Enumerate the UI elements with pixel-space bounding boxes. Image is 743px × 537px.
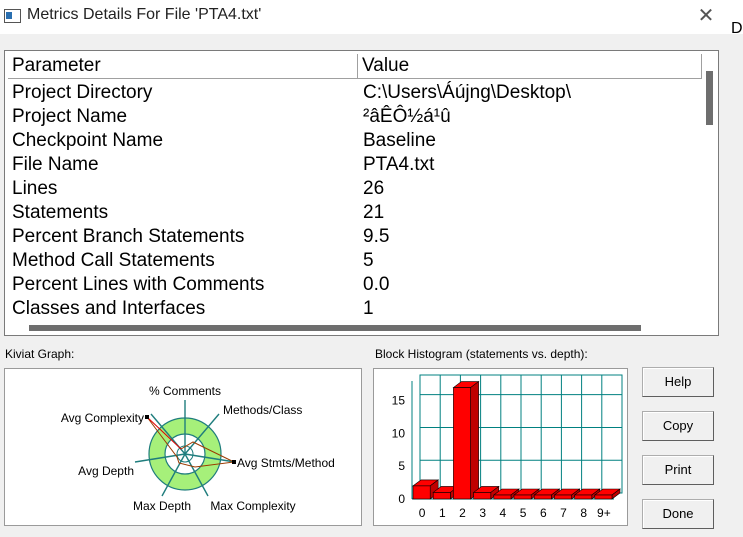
histogram-x-tick-label: 4	[500, 506, 507, 520]
histogram-x-tick-label: 0	[419, 506, 426, 520]
histogram-bar	[452, 380, 480, 500]
histogram-bars	[412, 380, 621, 500]
row-parameter: Method Call Statements	[12, 250, 215, 271]
kiviat-chart: % Comments Methods/Class Avg Stmts/Metho…	[61, 384, 335, 513]
title-bar: Metrics Details For File 'PTA4.txt' ✕	[0, 0, 743, 34]
histogram-chart: 151050 0 1 2 3 4 5 6 7 8 9+	[392, 374, 623, 520]
kiviat-graph: % Comments Methods/Class Avg Stmts/Metho…	[4, 368, 362, 526]
done-button[interactable]: Done	[642, 499, 714, 529]
row-parameter: Classes and Interfaces	[12, 298, 206, 319]
row-value: Baseline	[363, 130, 436, 151]
row-value: 5	[363, 250, 374, 271]
kiviat-axis-label: Max Complexity	[210, 499, 295, 513]
histogram-x-tick-label: 1	[439, 506, 446, 520]
row-value: 0.0	[363, 274, 390, 295]
table-header: Parameter Value	[8, 54, 702, 79]
kiviat-graph-label: Kiviat Graph:	[5, 347, 75, 361]
table-row[interactable]: Classes and Interfaces 1	[8, 297, 702, 321]
histogram-x-tick-label: 3	[479, 506, 486, 520]
row-parameter: Checkpoint Name	[12, 130, 164, 151]
block-histogram: 15 10 5 0 0 1 2 3 4 5 6 7 8 9+	[373, 368, 628, 526]
table-row[interactable]: Project Directory C:\Users\Áújng\Desktop\	[8, 81, 702, 105]
horizontal-scrollbar-thumb[interactable]	[29, 325, 641, 331]
kiviat-point	[145, 415, 149, 419]
copy-button[interactable]: Copy	[642, 411, 714, 441]
background-window-text: De	[731, 20, 743, 37]
column-header-value[interactable]: Value	[358, 54, 702, 78]
app-icon	[4, 9, 21, 23]
print-button[interactable]: Print	[642, 455, 714, 485]
kiviat-axis-label: Avg Stmts/Method	[237, 456, 335, 470]
histogram-y-tick-label: 10	[392, 426, 406, 440]
table-row[interactable]: File Name PTA4.txt	[8, 153, 702, 177]
row-value: C:\Users\Áújng\Desktop\	[363, 82, 572, 103]
table-row[interactable]: Lines 26	[8, 177, 702, 201]
histogram-x-tick-label: 5	[520, 506, 527, 520]
histogram-x-tick-label: 2	[459, 506, 466, 520]
histogram-x-tick-label: 9+	[597, 506, 611, 520]
help-button[interactable]: Help	[642, 367, 714, 397]
row-parameter: Statements	[12, 202, 109, 223]
window-title: Metrics Details For File 'PTA4.txt'	[27, 6, 262, 23]
row-value: 26	[363, 178, 385, 199]
kiviat-axis-label: Avg Complexity	[61, 411, 144, 425]
row-value: 1	[363, 298, 374, 319]
row-value: 21	[363, 202, 385, 223]
kiviat-axis-label: % Comments	[149, 384, 221, 398]
kiviat-axis-label: Avg Depth	[78, 464, 134, 478]
histogram-grid	[411, 374, 623, 500]
row-parameter: Project Name	[12, 106, 128, 127]
table-row[interactable]: Project Name ²âÊÔ½á¹û	[8, 105, 702, 129]
histogram-x-axis: 0 1 2 3 4 5 6 7 8 9+	[419, 506, 611, 520]
metrics-table: Parameter Value Project Directory C:\User…	[4, 50, 719, 336]
histogram-y-axis: 15 10 5 0	[392, 394, 406, 506]
table-row[interactable]: Percent Branch Statements 9.5	[8, 225, 702, 249]
row-parameter: Project Directory	[12, 82, 153, 103]
table-body: Project Directory C:\Users\Áújng\Desktop\…	[8, 81, 702, 321]
histogram-y-tick-label: 0	[398, 492, 405, 506]
table-row[interactable]: Percent Lines with Comments 0.0	[8, 273, 702, 297]
histogram-x-tick-label: 8	[580, 506, 587, 520]
row-parameter: Lines	[12, 178, 58, 199]
histogram-y-tick-label: 5	[398, 459, 405, 473]
block-histogram-label: Block Histogram (statements vs. depth):	[375, 347, 588, 361]
row-parameter: Percent Branch Statements	[12, 226, 245, 247]
kiviat-axis-label: Methods/Class	[223, 403, 302, 417]
histogram-x-tick-label: 7	[560, 506, 567, 520]
table-row[interactable]: Statements 21	[8, 201, 702, 225]
table-row[interactable]: Checkpoint Name Baseline	[8, 129, 702, 153]
histogram-x-tick-label: 6	[540, 506, 547, 520]
row-parameter: Percent Lines with Comments	[12, 274, 265, 295]
kiviat-point	[232, 460, 236, 464]
row-value: ²âÊÔ½á¹û	[363, 106, 451, 127]
kiviat-axis-label: Max Depth	[133, 499, 191, 513]
column-header-parameter[interactable]: Parameter	[8, 54, 358, 78]
vertical-scrollbar-thumb[interactable]	[706, 71, 713, 125]
row-value: 9.5	[363, 226, 390, 247]
row-value: PTA4.txt	[363, 154, 435, 175]
histogram-y-tick-label: 15	[392, 394, 406, 408]
table-row[interactable]: Method Call Statements 5	[8, 249, 702, 273]
row-parameter: File Name	[12, 154, 99, 175]
close-button[interactable]: ✕	[693, 3, 719, 29]
